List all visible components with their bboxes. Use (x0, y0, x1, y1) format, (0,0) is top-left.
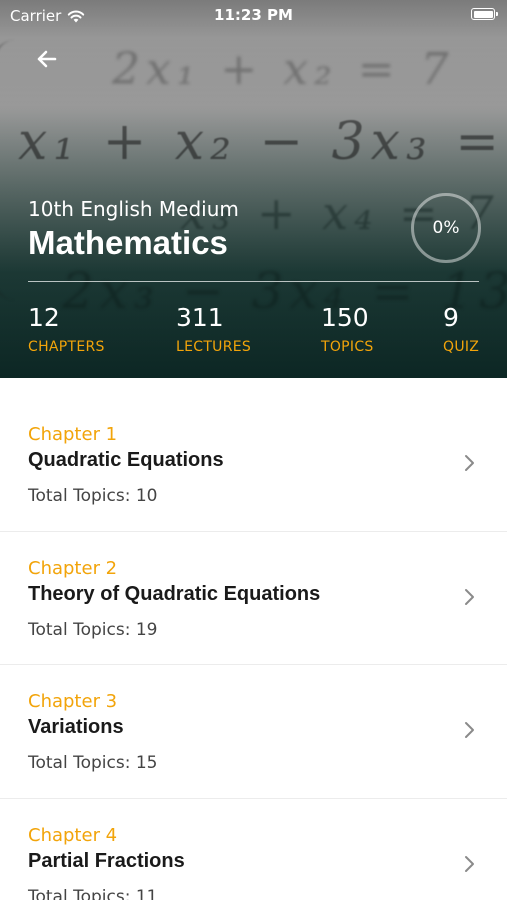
stat-lectures: 311 LECTURES (176, 303, 251, 355)
stat-chapters: 12 CHAPTERS (28, 303, 105, 355)
chapter-row[interactable]: Chapter 2 Theory of Quadratic Equations … (0, 532, 507, 665)
chapter-list: Chapter 1 Quadratic Equations Total Topi… (0, 398, 507, 900)
chevron-right-icon (465, 455, 474, 471)
chapter-number: Chapter 4 (28, 824, 118, 846)
chapter-row[interactable]: Chapter 3 Variations Total Topics: 15 (0, 665, 507, 799)
stat-value: 12 (28, 303, 60, 332)
stat-label: QUIZ (443, 339, 480, 355)
stat-topics: 150 TOPICS (321, 303, 374, 355)
progress-percentage: 0% (432, 218, 460, 238)
stat-quiz: 9 QUIZ (443, 303, 479, 355)
stat-value: 150 (321, 303, 369, 332)
header-divider (28, 281, 479, 282)
chapter-topic-count: Total Topics: 10 (28, 486, 158, 506)
progress-ring: 0% (411, 193, 481, 263)
subject-header: 2x₁ + x₂ = 7 x₁ + x₂ − 3x₃ = −10 x₃ + x₄… (0, 0, 507, 378)
chapter-number: Chapter 2 (28, 557, 118, 579)
stat-label: LECTURES (176, 339, 252, 355)
subject-title: Mathematics (28, 224, 228, 261)
screen: 2x₁ + x₂ = 7 x₁ + x₂ − 3x₃ = −10 x₃ + x₄… (0, 0, 507, 900)
chapter-title: Partial Fractions (28, 849, 185, 872)
chevron-right-icon (465, 722, 474, 738)
battery-icon (471, 8, 498, 20)
status-time: 11:23 PM (214, 6, 293, 24)
chapter-title: Variations (28, 716, 124, 738)
stat-value: 9 (443, 303, 459, 332)
arrow-left-icon (37, 50, 57, 68)
stat-label: TOPICS (321, 339, 374, 355)
chapter-row[interactable]: Chapter 1 Quadratic Equations Total Topi… (0, 398, 507, 532)
chapter-row[interactable]: Chapter 4 Partial Fractions Total Topics… (0, 799, 507, 900)
chevron-right-icon (465, 588, 474, 605)
stat-value: 311 (176, 303, 224, 332)
chapter-title: Theory of Quadratic Equations (28, 582, 321, 605)
chapter-title: Quadratic Equations (28, 449, 224, 471)
chapter-topic-count: Total Topics: 15 (28, 753, 158, 773)
chapter-number: Chapter 3 (28, 691, 118, 712)
chapter-number: Chapter 1 (28, 424, 118, 445)
chevron-right-icon (465, 855, 474, 872)
course-subtitle: 10th English Medium (28, 197, 239, 221)
stat-label: CHAPTERS (28, 339, 105, 355)
chapter-topic-count: Total Topics: 19 (28, 619, 158, 640)
status-bar: Carrier 11:23 PM (0, 0, 507, 30)
chapter-topic-count: Total Topics: 11 (28, 886, 158, 900)
back-button[interactable] (30, 42, 64, 76)
